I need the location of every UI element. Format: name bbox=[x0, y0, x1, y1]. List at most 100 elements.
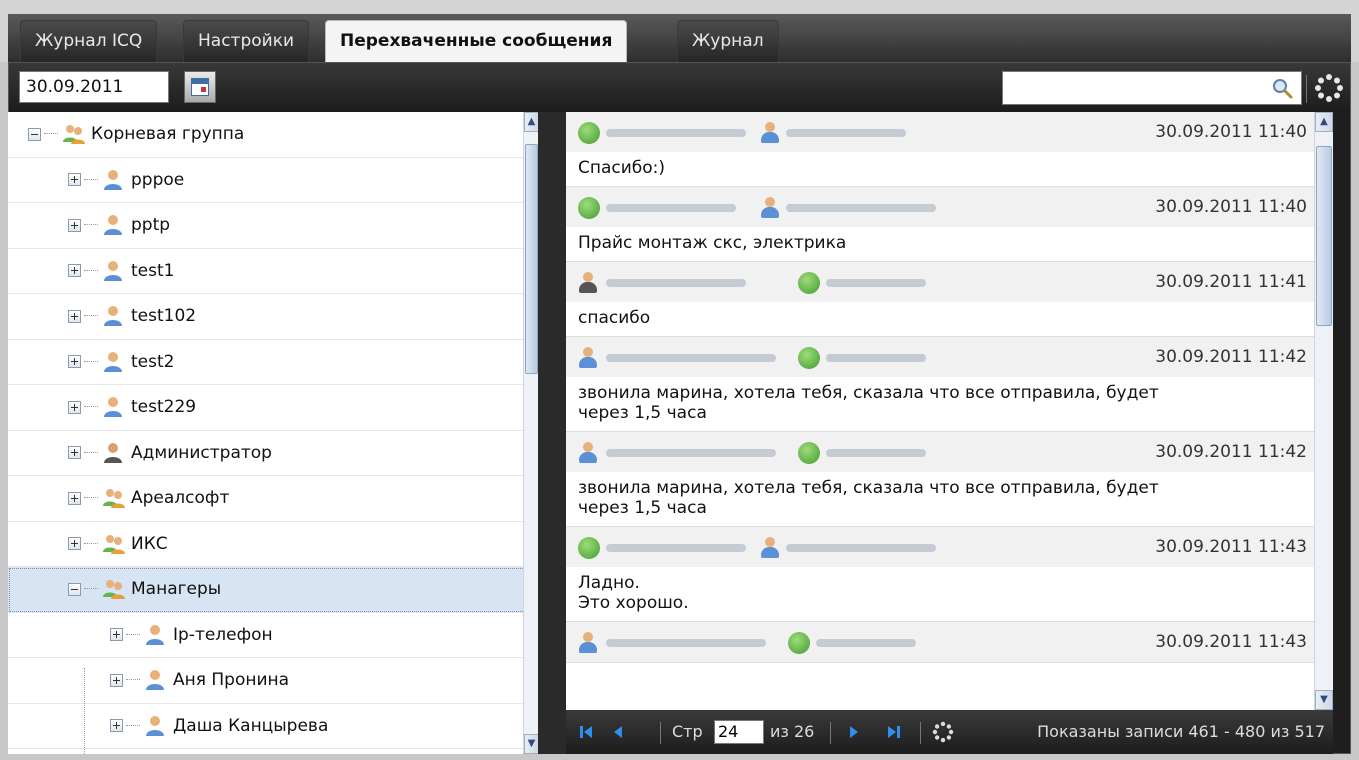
user-icon bbox=[104, 169, 122, 190]
message-text: звонила марина, хотела тебя, сказала что… bbox=[578, 383, 1159, 423]
tree-node-root[interactable]: Корневая группа bbox=[8, 112, 538, 158]
message-timestamp: 30.09.2011 11:42 bbox=[1155, 347, 1307, 367]
blurred-recipient bbox=[826, 354, 926, 362]
tree-node-anya-pronina[interactable]: Аня Пронина bbox=[8, 658, 538, 704]
tab-icq-log[interactable]: Журнал ICQ bbox=[20, 20, 158, 62]
expand-icon[interactable] bbox=[68, 173, 81, 187]
tree-node-test229[interactable]: test229 bbox=[8, 385, 538, 431]
collapse-icon[interactable] bbox=[28, 127, 41, 141]
expand-icon[interactable] bbox=[68, 491, 81, 505]
expand-icon[interactable] bbox=[110, 673, 123, 687]
tree-connector bbox=[84, 224, 98, 226]
last-page-icon[interactable] bbox=[886, 724, 902, 740]
user-avatar-icon bbox=[578, 632, 598, 654]
group-icon bbox=[103, 534, 125, 554]
scrollbar-thumb[interactable] bbox=[525, 144, 538, 374]
tree-connector-line bbox=[84, 668, 85, 754]
expand-icon[interactable] bbox=[68, 446, 81, 460]
messages-scrollbar[interactable]: ▲ ▼ bbox=[1314, 112, 1333, 710]
tree-connector bbox=[126, 679, 140, 681]
scroll-down-icon[interactable]: ▼ bbox=[1315, 690, 1333, 710]
expand-icon[interactable] bbox=[68, 218, 81, 232]
expand-icon[interactable] bbox=[110, 719, 123, 733]
next-page-icon[interactable] bbox=[846, 724, 862, 740]
user-icon bbox=[104, 306, 122, 327]
calendar-icon bbox=[191, 78, 209, 96]
tree-node-arealsoft[interactable]: Ареалсофт bbox=[8, 476, 538, 522]
user-avatar-icon bbox=[760, 537, 780, 559]
tree-node-label: Корневая группа bbox=[91, 124, 245, 145]
tree-scrollbar[interactable]: ▲ ▼ bbox=[523, 112, 538, 754]
message-text: спасибо bbox=[578, 308, 651, 328]
message-participants bbox=[578, 537, 938, 559]
tree-node-pppoe[interactable]: pppoe bbox=[8, 158, 538, 203]
toolbar-separator bbox=[1306, 75, 1307, 103]
scrollbar-thumb[interactable] bbox=[1316, 146, 1332, 326]
message-participants bbox=[578, 122, 938, 144]
expand-icon[interactable] bbox=[68, 264, 81, 278]
prev-page-icon[interactable] bbox=[610, 724, 626, 740]
message-item[interactable]: 30.09.2011 11:42 звонила марина, хотела … bbox=[566, 337, 1333, 432]
message-item[interactable]: 30.09.2011 11:43 Ладно. Это хорошо. bbox=[566, 527, 1333, 622]
message-item[interactable]: 30.09.2011 11:43 bbox=[566, 622, 1333, 663]
tree-node-label: test102 bbox=[131, 306, 197, 327]
blurred-recipient bbox=[786, 544, 936, 552]
pagination-bar: Стр 24 из 26 Показаны записи 461 - 480 и… bbox=[566, 710, 1333, 754]
search-input[interactable] bbox=[1002, 71, 1302, 105]
message-text: звонила марина, хотела тебя, сказала что… bbox=[578, 478, 1159, 518]
user-icon bbox=[146, 670, 164, 691]
message-item[interactable]: 30.09.2011 11:42 звонила марина, хотела … bbox=[566, 432, 1333, 527]
message-header: 30.09.2011 11:42 bbox=[566, 337, 1333, 377]
refresh-icon[interactable] bbox=[1314, 73, 1344, 103]
message-item[interactable]: 30.09.2011 11:41 спасибо bbox=[566, 262, 1333, 337]
calendar-button[interactable] bbox=[184, 71, 216, 103]
message-item[interactable]: 30.09.2011 11:40 Спасибо:) bbox=[566, 112, 1333, 187]
message-text: Прайс монтаж скс, электрика bbox=[578, 233, 847, 253]
scroll-up-icon[interactable]: ▲ bbox=[1315, 112, 1333, 132]
user-avatar-icon bbox=[578, 442, 598, 464]
user-icon bbox=[104, 397, 122, 418]
expand-icon[interactable] bbox=[68, 355, 81, 369]
tab-log[interactable]: Журнал bbox=[677, 20, 779, 62]
message-text: Ладно. Это хорошо. bbox=[578, 573, 689, 613]
page-number-input[interactable]: 24 bbox=[714, 720, 764, 744]
blurred-sender bbox=[606, 354, 776, 362]
expand-icon[interactable] bbox=[68, 309, 81, 323]
blurred-sender bbox=[606, 279, 746, 287]
tree-node-label: Аня Пронина bbox=[173, 670, 290, 691]
expand-icon[interactable] bbox=[68, 400, 81, 414]
tab-intercepted-messages[interactable]: Перехваченные сообщения bbox=[325, 20, 628, 62]
panel-splitter[interactable] bbox=[538, 112, 566, 754]
tree-node-ip-phone[interactable]: Ip-телефон bbox=[8, 613, 538, 658]
scroll-down-icon[interactable]: ▼ bbox=[524, 734, 538, 754]
pager-separator bbox=[830, 722, 831, 744]
date-field[interactable]: 30.09.2011 bbox=[19, 71, 169, 103]
tab-bar: Журнал ICQ Настройки Перехваченные сообщ… bbox=[0, 0, 1359, 62]
search-icon[interactable] bbox=[1271, 77, 1293, 99]
collapse-icon[interactable] bbox=[68, 582, 81, 596]
tree-node-iks[interactable]: ИКС bbox=[8, 522, 538, 567]
message-participants bbox=[578, 197, 938, 219]
first-page-icon[interactable] bbox=[578, 724, 594, 740]
tree-node-managers[interactable]: Манагеры bbox=[8, 567, 538, 613]
expand-icon[interactable] bbox=[68, 537, 81, 551]
pager-separator bbox=[660, 722, 661, 744]
scroll-up-icon[interactable]: ▲ bbox=[524, 112, 538, 132]
blurred-sender bbox=[606, 449, 776, 457]
message-header: 30.09.2011 11:40 bbox=[566, 187, 1333, 227]
tree-node-label: test2 bbox=[131, 351, 175, 372]
tree-connector bbox=[84, 451, 98, 454]
tree-node-dasha-kantsyreva[interactable]: Даша Канцырева bbox=[8, 704, 538, 749]
tree-node-test1[interactable]: test1 bbox=[8, 249, 538, 294]
expand-icon[interactable] bbox=[110, 628, 123, 642]
tree-node-pptp[interactable]: pptp bbox=[8, 203, 538, 249]
refresh-icon[interactable] bbox=[932, 721, 954, 743]
message-item[interactable]: 30.09.2011 11:40 Прайс монтаж скс, элект… bbox=[566, 187, 1333, 262]
tree-node-administrator[interactable]: Администратор bbox=[8, 431, 538, 476]
tree-node-test102[interactable]: test102 bbox=[8, 294, 538, 340]
pager-separator bbox=[920, 722, 921, 744]
tab-settings[interactable]: Настройки bbox=[183, 20, 310, 62]
message-text: Спасибо:) bbox=[578, 158, 666, 178]
message-timestamp: 30.09.2011 11:43 bbox=[1155, 537, 1307, 557]
tree-node-test2[interactable]: test2 bbox=[8, 340, 538, 385]
